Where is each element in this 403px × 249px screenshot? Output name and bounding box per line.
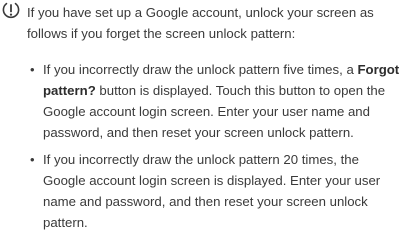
bullet-icon: • <box>30 152 35 167</box>
list-item: • If you incorrectly draw the unlock pat… <box>27 59 401 143</box>
bullet-icon: • <box>30 62 35 77</box>
exclamation-circle-icon <box>2 1 20 19</box>
note-list: • If you incorrectly draw the unlock pat… <box>27 59 401 233</box>
list-item: • If you incorrectly draw the unlock pat… <box>27 149 401 233</box>
note-intro-text: If you have set up a Google account, unl… <box>27 5 374 41</box>
list-item-text-before: If you incorrectly draw the unlock patte… <box>43 62 358 77</box>
list-item-text: If you incorrectly draw the unlock patte… <box>43 152 381 230</box>
note-block: If you have set up a Google account, unl… <box>0 0 403 249</box>
